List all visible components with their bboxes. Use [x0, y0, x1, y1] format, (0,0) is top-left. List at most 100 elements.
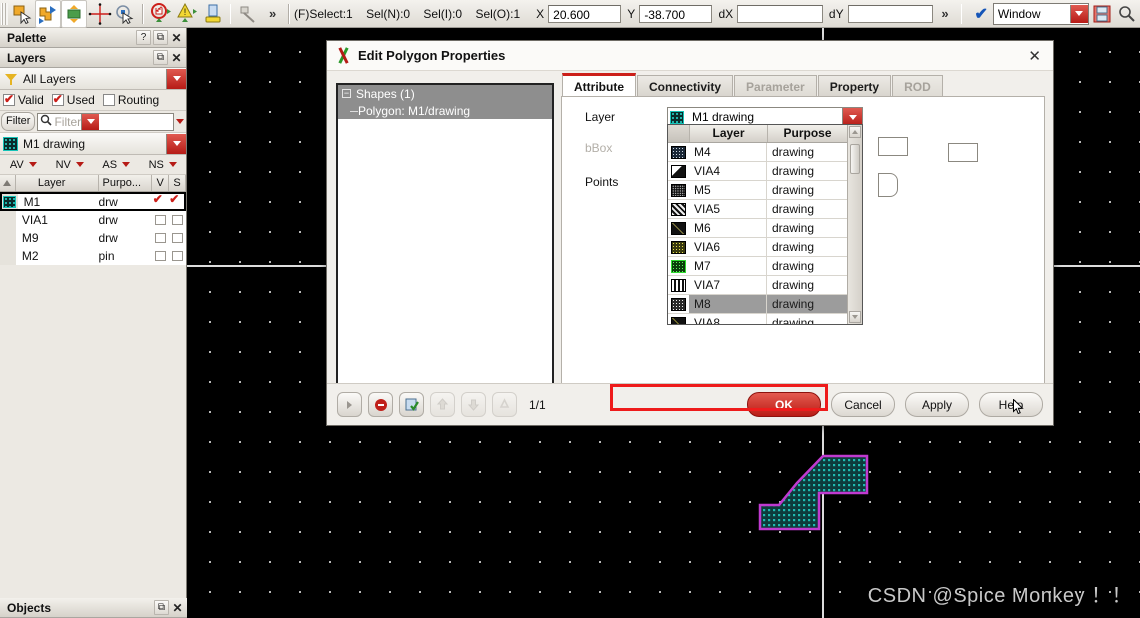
dx-input[interactable]: [737, 4, 823, 23]
dropdown-col-layer[interactable]: Layer: [690, 125, 768, 142]
table-row[interactable]: M1 drw: [0, 192, 186, 211]
zoom-icon[interactable]: [1114, 0, 1140, 28]
row-visible-checkbox[interactable]: [152, 215, 169, 225]
filter-chevron-down-icon[interactable]: [81, 113, 100, 130]
layers-float-icon[interactable]: ⧉: [153, 50, 168, 65]
toolbar-separator-2: [229, 3, 232, 24]
apply-save-icon[interactable]: [399, 392, 424, 417]
measure-icon[interactable]: [235, 0, 261, 28]
chevron-down-icon[interactable]: [1069, 4, 1088, 23]
save-icon[interactable]: [1089, 0, 1115, 28]
apply-button[interactable]: Apply: [905, 392, 969, 417]
nv-cell[interactable]: NV: [47, 159, 94, 171]
layers-close-icon[interactable]: ✕: [170, 51, 183, 65]
layer-dropdown-list[interactable]: Layer Purpose M4 drawing VIA4 drawing M5…: [667, 124, 863, 325]
col-header-visible[interactable]: V: [152, 175, 170, 191]
tree-item-polygon[interactable]: Polygon: M1/drawing: [338, 102, 552, 119]
probe-icon[interactable]: [200, 0, 226, 28]
row-selectable-checkbox[interactable]: [167, 192, 184, 207]
row-visible-checkbox[interactable]: [152, 233, 169, 243]
crosshair-icon[interactable]: [87, 0, 113, 28]
list-item[interactable]: M5 drawing: [668, 181, 847, 200]
current-layer-selector[interactable]: M1 drawing: [0, 133, 186, 155]
collapse-toggle-icon[interactable]: −: [342, 89, 351, 98]
tree-item-shapes[interactable]: − Shapes (1): [338, 85, 552, 102]
objects-float-icon[interactable]: ⧉: [154, 600, 169, 615]
col-header-purpose[interactable]: Purpo...: [99, 175, 153, 191]
list-item[interactable]: VIA4 drawing: [668, 162, 847, 181]
col-header-layer[interactable]: Layer: [16, 175, 99, 191]
row-visible-checkbox[interactable]: [152, 251, 169, 261]
warning-icon[interactable]: !: [174, 0, 200, 28]
row-selectable-checkbox[interactable]: [169, 251, 186, 261]
ns-cell[interactable]: NS: [140, 159, 187, 171]
table-row[interactable]: M2 pin: [0, 247, 186, 265]
list-item[interactable]: M6 drawing: [668, 219, 847, 238]
objects-close-icon[interactable]: ✕: [171, 601, 184, 615]
bbox-input-2[interactable]: [948, 143, 978, 162]
stop-hand-icon[interactable]: [148, 0, 174, 28]
filter-input[interactable]: Filter: [37, 112, 174, 131]
dropdown-scrollbar[interactable]: [847, 125, 862, 324]
tab-attribute[interactable]: Attribute: [562, 73, 636, 97]
toolbar-grip[interactable]: [1, 2, 8, 25]
move-shape-icon[interactable]: [35, 0, 62, 28]
all-layers-chevron-down-icon[interactable]: [166, 68, 186, 89]
polygon-shape[interactable]: [757, 443, 887, 533]
x-coordinate-input[interactable]: 20.600: [548, 4, 622, 23]
bbox-input-1[interactable]: [878, 137, 908, 156]
scroll-down-icon[interactable]: [849, 311, 861, 323]
close-icon[interactable]: ✕: [1024, 47, 1045, 65]
layer-swatch-icon: [670, 110, 684, 124]
sort-ascending-icon[interactable]: [0, 175, 16, 191]
filter-button[interactable]: Filter: [1, 112, 36, 131]
list-item[interactable]: VIA6 drawing: [668, 238, 847, 257]
list-item-layer: M4: [689, 143, 767, 161]
select-arrow-icon[interactable]: [10, 0, 36, 28]
list-item[interactable]: VIA5 drawing: [668, 200, 847, 219]
as-cell[interactable]: AS: [93, 159, 140, 171]
toolbar-overflow-left[interactable]: »: [261, 6, 284, 21]
cancel-button[interactable]: Cancel: [831, 392, 895, 417]
list-item[interactable]: M4 drawing: [668, 143, 847, 162]
float-icon[interactable]: ⧉: [153, 30, 168, 45]
play-icon[interactable]: [337, 392, 362, 417]
toolbar-overflow-right[interactable]: »: [933, 6, 956, 21]
ruler-icon[interactable]: [113, 0, 139, 28]
used-checkbox[interactable]: [51, 92, 64, 106]
points-input[interactable]: [878, 173, 898, 197]
tab-property[interactable]: Property: [817, 75, 892, 97]
scrollbar-thumb[interactable]: [850, 144, 860, 174]
tab-connectivity[interactable]: Connectivity: [637, 75, 734, 97]
filter-options-chevron-icon[interactable]: [174, 113, 186, 131]
row-layer-name: M1: [23, 194, 41, 209]
list-item-selected[interactable]: M8 drawing: [668, 295, 847, 314]
dropdown-col-purpose[interactable]: Purpose: [768, 125, 847, 142]
ok-button[interactable]: OK: [747, 392, 821, 417]
help-icon[interactable]: ?: [136, 30, 151, 45]
av-cell[interactable]: AV: [0, 159, 47, 171]
table-row[interactable]: M9 drw: [0, 229, 186, 247]
row-visible-checkbox[interactable]: [151, 192, 168, 207]
y-coordinate-input[interactable]: -38.700: [639, 4, 713, 23]
row-selectable-checkbox[interactable]: [169, 233, 186, 243]
dy-input[interactable]: [847, 4, 934, 23]
routing-checkbox[interactable]: [102, 94, 115, 106]
valid-checkbox[interactable]: [3, 92, 15, 106]
list-item[interactable]: VIA8 drawing: [668, 314, 847, 324]
list-item[interactable]: M7 drawing: [668, 257, 847, 276]
col-header-selectable[interactable]: S: [169, 175, 186, 191]
scroll-up-icon[interactable]: [849, 126, 861, 138]
window-select[interactable]: Window: [992, 2, 1089, 25]
all-layers-selector[interactable]: All Layers: [0, 68, 186, 90]
table-row[interactable]: VIA1 drw: [0, 211, 186, 229]
current-layer-chevron-down-icon[interactable]: [166, 133, 186, 154]
shapes-tree[interactable]: − Shapes (1) Polygon: M1/drawing: [336, 83, 554, 399]
checkmark-icon[interactable]: ✔: [974, 4, 987, 24]
list-item[interactable]: VIA7 drawing: [668, 276, 847, 295]
close-icon[interactable]: ✕: [170, 31, 183, 45]
help-button[interactable]: Help: [979, 392, 1043, 417]
stretch-icon[interactable]: [61, 0, 87, 28]
row-selectable-checkbox[interactable]: [169, 215, 186, 225]
record-stop-icon[interactable]: [368, 392, 393, 417]
